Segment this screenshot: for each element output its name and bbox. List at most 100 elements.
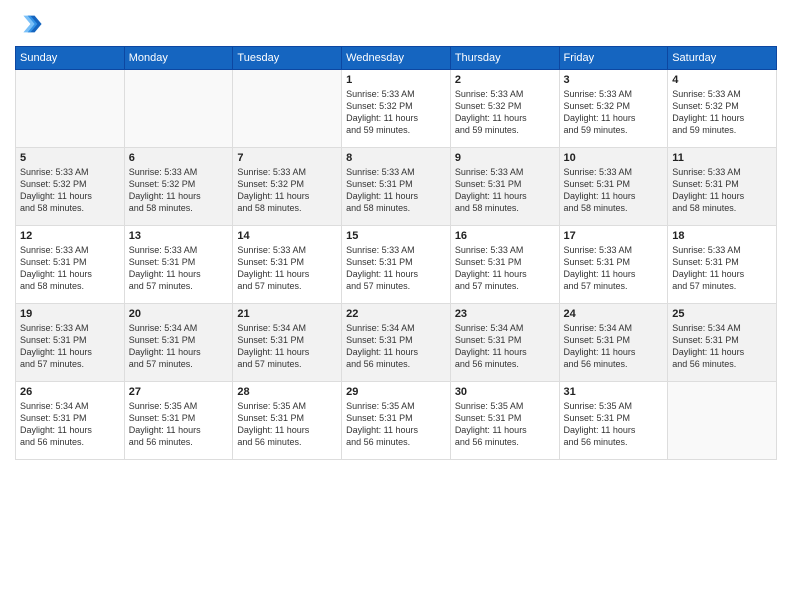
day-number: 6 <box>129 152 229 164</box>
day-number: 4 <box>672 74 772 86</box>
day-number: 2 <box>455 74 555 86</box>
day-info: Sunrise: 5:33 AM Sunset: 5:31 PM Dayligh… <box>237 244 337 293</box>
day-info: Sunrise: 5:35 AM Sunset: 5:31 PM Dayligh… <box>346 400 446 449</box>
day-number: 20 <box>129 308 229 320</box>
calendar-cell: 22 Sunrise: 5:34 AM Sunset: 5:31 PM Dayli… <box>342 304 451 382</box>
day-info: Sunrise: 5:35 AM Sunset: 5:31 PM Dayligh… <box>237 400 337 449</box>
day-info: Sunrise: 5:34 AM Sunset: 5:31 PM Dayligh… <box>129 322 229 371</box>
calendar-cell: 11 Sunrise: 5:33 AM Sunset: 5:31 PM Dayli… <box>668 148 777 226</box>
calendar-cell: 26 Sunrise: 5:34 AM Sunset: 5:31 PM Dayli… <box>16 382 125 460</box>
day-number: 22 <box>346 308 446 320</box>
calendar-cell: 18 Sunrise: 5:33 AM Sunset: 5:31 PM Dayli… <box>668 226 777 304</box>
day-number: 1 <box>346 74 446 86</box>
calendar-cell: 15Sunrise: 5:33 AM Sunset: 5:31 PM Dayli… <box>342 226 451 304</box>
calendar-cell: 9 Sunrise: 5:33 AM Sunset: 5:31 PM Daylig… <box>450 148 559 226</box>
day-number: 27 <box>129 386 229 398</box>
calendar-cell: 23Sunrise: 5:34 AM Sunset: 5:31 PM Dayli… <box>450 304 559 382</box>
calendar-header-sunday: Sunday <box>16 47 125 70</box>
day-info: Sunrise: 5:33 AM Sunset: 5:31 PM Dayligh… <box>346 166 446 215</box>
calendar-cell <box>16 70 125 148</box>
day-number: 23 <box>455 308 555 320</box>
logo-icon <box>15 10 43 38</box>
day-info: Sunrise: 5:33 AM Sunset: 5:31 PM Dayligh… <box>20 244 120 293</box>
calendar-table: SundayMondayTuesdayWednesdayThursdayFrid… <box>15 46 777 460</box>
day-info: Sunrise: 5:33 AM Sunset: 5:31 PM Dayligh… <box>455 166 555 215</box>
day-info: Sunrise: 5:35 AM Sunset: 5:31 PM Dayligh… <box>564 400 664 449</box>
day-number: 25 <box>672 308 772 320</box>
day-info: Sunrise: 5:33 AM Sunset: 5:32 PM Dayligh… <box>672 88 772 137</box>
calendar-cell: 5 Sunrise: 5:33 AM Sunset: 5:32 PM Daylig… <box>16 148 125 226</box>
day-info: Sunrise: 5:33 AM Sunset: 5:32 PM Dayligh… <box>20 166 120 215</box>
calendar-week-row: 19 Sunrise: 5:33 AM Sunset: 5:31 PM Dayli… <box>16 304 777 382</box>
calendar-header-row: SundayMondayTuesdayWednesdayThursdayFrid… <box>16 47 777 70</box>
day-number: 7 <box>237 152 337 164</box>
day-info: Sunrise: 5:35 AM Sunset: 5:31 PM Dayligh… <box>455 400 555 449</box>
calendar-cell: 6 Sunrise: 5:33 AM Sunset: 5:32 PM Daylig… <box>124 148 233 226</box>
day-info: Sunrise: 5:34 AM Sunset: 5:31 PM Dayligh… <box>20 400 120 449</box>
day-info: Sunrise: 5:33 AM Sunset: 5:31 PM Dayligh… <box>564 166 664 215</box>
day-number: 13 <box>129 230 229 242</box>
calendar-cell: 27 Sunrise: 5:35 AM Sunset: 5:31 PM Dayli… <box>124 382 233 460</box>
day-number: 18 <box>672 230 772 242</box>
day-number: 12 <box>20 230 120 242</box>
day-info: Sunrise: 5:33 AM Sunset: 5:31 PM Dayligh… <box>564 244 664 293</box>
day-number: 9 <box>455 152 555 164</box>
day-info: Sunrise: 5:33 AM Sunset: 5:31 PM Dayligh… <box>20 322 120 371</box>
day-number: 11 <box>672 152 772 164</box>
day-number: 19 <box>20 308 120 320</box>
header <box>15 10 777 38</box>
day-info: Sunrise: 5:33 AM Sunset: 5:32 PM Dayligh… <box>346 88 446 137</box>
day-info: Sunrise: 5:34 AM Sunset: 5:31 PM Dayligh… <box>237 322 337 371</box>
calendar-header-friday: Friday <box>559 47 668 70</box>
calendar-cell: 4 Sunrise: 5:33 AM Sunset: 5:32 PM Daylig… <box>668 70 777 148</box>
day-number: 26 <box>20 386 120 398</box>
calendar-cell: 10 Sunrise: 5:33 AM Sunset: 5:31 PM Dayli… <box>559 148 668 226</box>
calendar-week-row: 1 Sunrise: 5:33 AM Sunset: 5:32 PM Daylig… <box>16 70 777 148</box>
day-info: Sunrise: 5:34 AM Sunset: 5:31 PM Dayligh… <box>672 322 772 371</box>
day-info: Sunrise: 5:33 AM Sunset: 5:31 PM Dayligh… <box>672 244 772 293</box>
calendar-cell: 1 Sunrise: 5:33 AM Sunset: 5:32 PM Daylig… <box>342 70 451 148</box>
calendar-cell <box>124 70 233 148</box>
calendar-cell: 3Sunrise: 5:33 AM Sunset: 5:32 PM Daylig… <box>559 70 668 148</box>
day-number: 16 <box>455 230 555 242</box>
day-number: 17 <box>564 230 664 242</box>
calendar-header-tuesday: Tuesday <box>233 47 342 70</box>
day-info: Sunrise: 5:34 AM Sunset: 5:31 PM Dayligh… <box>564 322 664 371</box>
calendar-cell: 14 Sunrise: 5:33 AM Sunset: 5:31 PM Dayli… <box>233 226 342 304</box>
day-info: Sunrise: 5:35 AM Sunset: 5:31 PM Dayligh… <box>129 400 229 449</box>
calendar-cell: 13 Sunrise: 5:33 AM Sunset: 5:31 PM Dayli… <box>124 226 233 304</box>
calendar-header-wednesday: Wednesday <box>342 47 451 70</box>
calendar-header-saturday: Saturday <box>668 47 777 70</box>
calendar-cell: 17 Sunrise: 5:33 AM Sunset: 5:31 PM Dayli… <box>559 226 668 304</box>
calendar-cell: 30 Sunrise: 5:35 AM Sunset: 5:31 PM Dayli… <box>450 382 559 460</box>
day-info: Sunrise: 5:33 AM Sunset: 5:31 PM Dayligh… <box>346 244 446 293</box>
calendar-cell: 8Sunrise: 5:33 AM Sunset: 5:31 PM Daylig… <box>342 148 451 226</box>
calendar-cell: 28Sunrise: 5:35 AM Sunset: 5:31 PM Dayli… <box>233 382 342 460</box>
day-number: 21 <box>237 308 337 320</box>
day-number: 14 <box>237 230 337 242</box>
calendar-cell: 16 Sunrise: 5:33 AM Sunset: 5:31 PM Dayli… <box>450 226 559 304</box>
day-info: Sunrise: 5:33 AM Sunset: 5:31 PM Dayligh… <box>672 166 772 215</box>
calendar-cell <box>668 382 777 460</box>
calendar-cell <box>233 70 342 148</box>
day-number: 5 <box>20 152 120 164</box>
calendar-cell: 7Sunrise: 5:33 AM Sunset: 5:32 PM Daylig… <box>233 148 342 226</box>
day-info: Sunrise: 5:34 AM Sunset: 5:31 PM Dayligh… <box>346 322 446 371</box>
day-number: 29 <box>346 386 446 398</box>
calendar-cell: 29 Sunrise: 5:35 AM Sunset: 5:31 PM Dayli… <box>342 382 451 460</box>
calendar-week-row: 12 Sunrise: 5:33 AM Sunset: 5:31 PM Dayli… <box>16 226 777 304</box>
calendar-header-monday: Monday <box>124 47 233 70</box>
calendar-week-row: 5 Sunrise: 5:33 AM Sunset: 5:32 PM Daylig… <box>16 148 777 226</box>
day-number: 3 <box>564 74 664 86</box>
day-info: Sunrise: 5:33 AM Sunset: 5:32 PM Dayligh… <box>129 166 229 215</box>
calendar-cell: 31Sunrise: 5:35 AM Sunset: 5:31 PM Dayli… <box>559 382 668 460</box>
day-number: 10 <box>564 152 664 164</box>
calendar-header-thursday: Thursday <box>450 47 559 70</box>
logo <box>15 10 47 38</box>
day-number: 30 <box>455 386 555 398</box>
calendar-cell: 12 Sunrise: 5:33 AM Sunset: 5:31 PM Dayli… <box>16 226 125 304</box>
day-info: Sunrise: 5:33 AM Sunset: 5:31 PM Dayligh… <box>129 244 229 293</box>
day-info: Sunrise: 5:33 AM Sunset: 5:31 PM Dayligh… <box>455 244 555 293</box>
calendar-cell: 20 Sunrise: 5:34 AM Sunset: 5:31 PM Dayli… <box>124 304 233 382</box>
calendar-week-row: 26 Sunrise: 5:34 AM Sunset: 5:31 PM Dayli… <box>16 382 777 460</box>
